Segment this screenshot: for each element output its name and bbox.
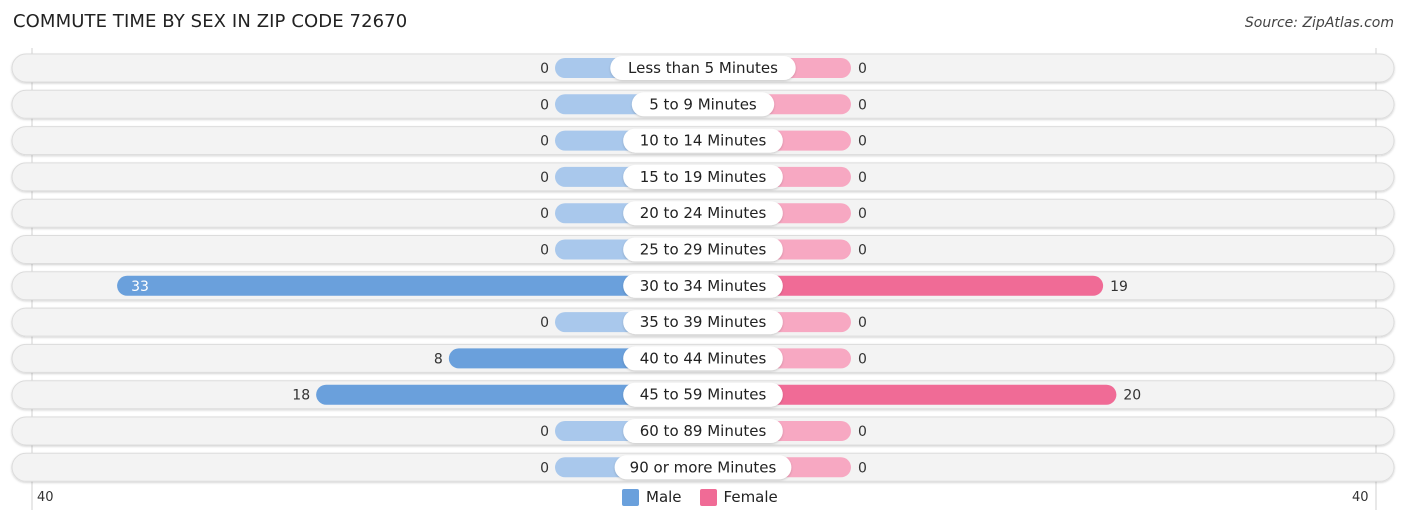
legend-label-female: Female [723,488,778,506]
table-row: 0 0 90 or more Minutes [11,452,1395,482]
male-value-label: 0 [540,460,549,476]
male-value-label: 0 [540,206,549,222]
table-row: 0 0 Less than 5 Minutes [11,53,1395,83]
male-value-label: 18 [292,388,310,404]
table-row: 0 0 35 to 39 Minutes [11,307,1395,337]
table-row: 0 0 5 to 9 Minutes [11,89,1395,119]
legend-swatch-male [622,488,639,506]
category-label: 20 to 24 Minutes [640,204,767,222]
category-label: Less than 5 Minutes [628,59,778,77]
male-value-label: 0 [540,315,549,331]
male-value-label: 0 [540,243,549,259]
category-label: 90 or more Minutes [630,458,777,476]
male-bar [117,275,704,296]
male-value-label: 33 [131,279,149,295]
category-label: 45 to 59 Minutes [640,386,767,404]
category-label: 35 to 39 Minutes [640,313,767,331]
female-value-label: 0 [858,315,867,331]
category-label: 5 to 9 Minutes [649,95,757,113]
table-row: 33 19 30 to 34 Minutes [11,271,1395,301]
male-value-label: 0 [540,61,549,77]
category-label: 30 to 34 Minutes [640,277,767,295]
male-value-label: 0 [540,424,549,440]
table-row: 8 0 40 to 44 Minutes [11,343,1395,373]
female-value-label: 19 [1110,279,1128,295]
female-value-label: 20 [1123,388,1141,404]
axis-label-right: 40 [1352,490,1369,505]
category-label: 40 to 44 Minutes [640,349,767,367]
legend-item-female[interactable]: Female [699,488,778,506]
table-row: 0 0 60 to 89 Minutes [11,416,1395,446]
female-value-label: 0 [858,170,867,186]
female-value-label: 0 [858,351,867,367]
legend: Male Female [622,488,796,506]
table-row: 18 20 45 to 59 Minutes [11,380,1395,410]
table-row: 0 0 25 to 29 Minutes [11,235,1395,264]
legend-swatch-female [699,488,717,506]
table-row: 0 0 10 to 14 Minutes [11,126,1395,156]
male-value-label: 0 [540,170,549,186]
category-label: 25 to 29 Minutes [640,241,767,259]
female-value-label: 0 [858,424,867,440]
table-row: 0 0 20 to 24 Minutes [11,198,1395,228]
male-value-label: 0 [540,97,549,113]
male-value-label: 8 [434,351,443,367]
legend-label-male: Male [646,488,682,506]
category-label: 15 to 19 Minutes [640,168,767,186]
legend-item-male[interactable]: Male [622,488,682,506]
table-row: 0 0 15 to 19 Minutes [11,162,1395,192]
category-label: 60 to 89 Minutes [640,422,767,440]
axis-label-left: 40 [37,490,54,505]
male-value-label: 0 [540,134,549,150]
female-value-label: 0 [858,97,867,113]
female-value-label: 0 [858,134,867,150]
female-value-label: 0 [858,243,867,259]
female-value-label: 0 [858,206,867,222]
female-value-label: 0 [858,61,867,77]
female-value-label: 0 [858,460,867,476]
category-label: 10 to 14 Minutes [640,132,767,150]
chart-canvas: 0 0 Less than 5 Minutes 0 0 5 to 9 Minutes 0 0 1… [11,48,1395,510]
